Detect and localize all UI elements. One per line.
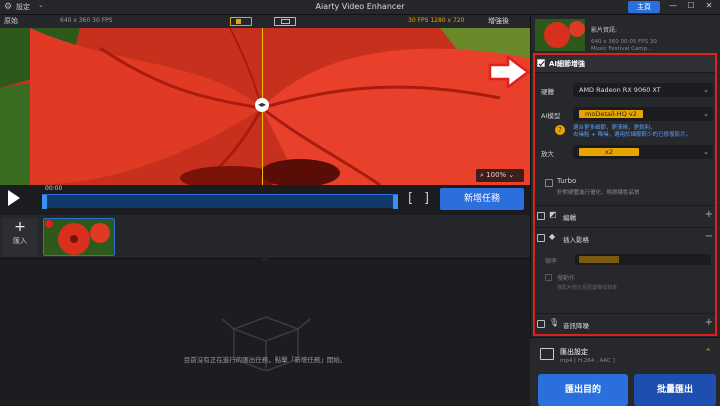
crop-checkbox[interactable]	[537, 212, 545, 220]
enhanced-label: 增強後	[488, 17, 509, 25]
scale-select[interactable]: x2 ⌄	[573, 145, 713, 159]
export-panel: 匯出設定 mp4 [ H.264 , AAC ] ⌃ 匯出目的 批量匯出	[530, 337, 720, 406]
gpu-select[interactable]: AMD Radeon RX 9060 XT ⌄	[573, 83, 713, 97]
play-icon[interactable]	[8, 190, 20, 206]
trim-end-handle[interactable]	[393, 195, 398, 209]
video-thumbnail[interactable]	[43, 218, 115, 256]
import-label: 匯入	[13, 237, 27, 245]
playback-bar: 00:00 [ ] 新增任務	[0, 185, 530, 215]
audio-checkbox[interactable]	[537, 320, 545, 328]
frame-rate-label: 幀率	[545, 258, 558, 265]
enhance-title: AI細節增強	[549, 60, 586, 68]
interp-label: 插入影格	[563, 236, 589, 244]
model-label: AI模型	[541, 112, 561, 120]
preview-header: 原始 640 x 360 30 FPS 30 FPS 1280 x 720 增強…	[0, 15, 530, 28]
model-hint: 適合更多細節，更清晰，更銳利。 去噪點 + 降噪，適用於細節較少的已修復影片。	[573, 125, 692, 138]
microphone-icon: 🎙	[549, 318, 560, 327]
model-select[interactable]: moDetail-HQ v2 ⌄	[573, 107, 713, 121]
chevron-down-icon: ⌄	[703, 148, 709, 156]
original-resolution: 640 x 360 30 FPS	[60, 17, 113, 24]
export-icon	[540, 348, 554, 360]
slowmo-desc: 僅影片部分且配置降低幀率	[557, 285, 618, 291]
help-icon[interactable]: ?	[555, 125, 565, 135]
title-bar: ⚙ 設定 ⌄ Aiarty Video Enhancer 主頁 — ☐ ✕	[0, 0, 720, 15]
turbo-desc: 針對硬體進行優化，略微犧牲品質	[557, 190, 640, 196]
app-title: Aiarty Video Enhancer	[315, 2, 405, 11]
model-row: AI模型 moDetail-HQ v2 ⌄	[539, 107, 715, 121]
crop-label: 編輯	[563, 214, 576, 222]
interp-row[interactable]: ◆ 插入影格 −	[535, 227, 715, 247]
slowmo-label: 慢動作	[557, 275, 576, 282]
split-view-toggle[interactable]	[230, 17, 252, 26]
export-target-button[interactable]: 匯出目的	[538, 374, 628, 406]
export-desc: mp4 [ H.264 , AAC ]	[560, 358, 615, 364]
scale-label: 放大	[541, 150, 554, 158]
gpu-row: 硬體 AMD Radeon RX 9060 XT ⌄	[539, 83, 715, 97]
export-title: 匯出設定	[560, 348, 588, 356]
original-label: 原始	[4, 17, 18, 25]
zoom-value: 100%	[486, 171, 507, 179]
scale-row: 放大 x2 ⌄	[539, 145, 715, 159]
close-icon[interactable]: ✕	[702, 1, 716, 10]
batch-export-button[interactable]: 批量匯出	[634, 374, 716, 406]
enhance-header[interactable]: AI細節增強	[535, 55, 715, 73]
interp-checkbox[interactable]	[537, 234, 545, 242]
chevron-down-icon: ⌄	[703, 86, 709, 94]
slowmo-checkbox[interactable]	[545, 274, 552, 281]
audio-row[interactable]: 🎙 音訊降噪 +	[535, 313, 715, 333]
trim-start-handle[interactable]	[42, 195, 47, 209]
frame-rate-select[interactable]	[575, 254, 711, 265]
collapse-icon[interactable]: −	[705, 231, 713, 242]
info-thumbnail-image	[535, 19, 585, 51]
plus-icon: +	[14, 219, 26, 235]
chevron-down-icon: ⌄	[703, 110, 709, 118]
new-task-button[interactable]: 新增任務	[440, 188, 524, 210]
set-in-point-icon[interactable]: [	[408, 191, 413, 206]
current-time: 00:00	[45, 185, 63, 192]
magnifier-icon: ⌕	[480, 171, 484, 179]
split-handle-icon[interactable]: ◂▸	[255, 98, 269, 112]
enhance-panel: AI細節增強 硬體 AMD Radeon RX 9060 XT ⌄ AI模型 mo…	[533, 53, 717, 336]
timeline-track[interactable]	[42, 194, 398, 209]
crop-icon: ◩	[549, 210, 557, 219]
audio-label: 音訊降噪	[563, 322, 589, 330]
set-out-point-icon[interactable]: ]	[424, 191, 429, 206]
info-thumbnail	[535, 19, 585, 51]
chevron-up-icon[interactable]: ⌃	[704, 348, 712, 358]
resize-grip[interactable]: ⋯	[255, 257, 275, 263]
import-button[interactable]: + 匯入	[2, 218, 38, 256]
gpu-label: 硬體	[541, 88, 554, 96]
main-panel: 原始 640 x 360 30 FPS 30 FPS 1280 x 720 增強…	[0, 15, 530, 406]
interp-icon: ◆	[549, 232, 556, 241]
expand-icon[interactable]: +	[705, 209, 713, 220]
thumbnail-image	[44, 219, 114, 255]
maximize-icon[interactable]: ☐	[684, 1, 698, 10]
media-queue: + 匯入	[0, 215, 530, 259]
expand-icon[interactable]: +	[705, 317, 713, 328]
crop-row[interactable]: ◩ 編輯 +	[535, 205, 715, 225]
video-info-meta: 640 x 360 00:05 FPS 30 Music Festival Ca…	[591, 39, 657, 52]
enhance-checkbox[interactable]	[537, 59, 545, 67]
video-info-label: 影片資訊:	[591, 27, 618, 34]
task-area	[0, 259, 530, 406]
empty-hint: 目前沒有正在進行的匯出任務，點擊「新增任務」開始。	[183, 356, 347, 364]
enhanced-resolution: 30 FPS 1280 x 720	[408, 17, 465, 24]
zoom-control[interactable]: ⌕ 100% ⌄	[476, 169, 524, 182]
home-button[interactable]: 主頁	[628, 1, 660, 13]
minimize-icon[interactable]: —	[666, 1, 680, 10]
turbo-checkbox[interactable]	[545, 179, 553, 187]
side-by-side-toggle[interactable]	[274, 17, 296, 26]
chevron-down-icon: ⌄	[508, 171, 515, 179]
turbo-title: Turbo	[557, 177, 577, 185]
annotation-arrow	[488, 55, 530, 89]
